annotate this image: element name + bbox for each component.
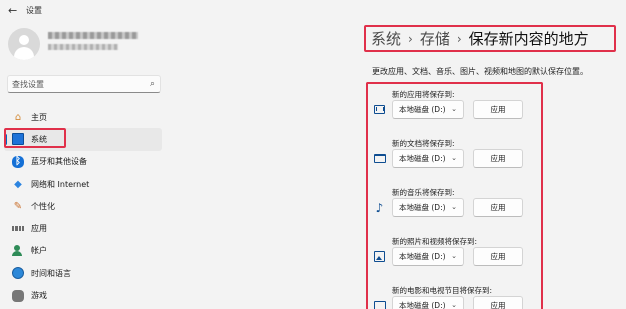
app-title: 设置 — [26, 6, 42, 15]
home-icon: ⌂ — [14, 111, 22, 123]
search-input[interactable] — [12, 78, 142, 90]
sidebar-item-label: 时间和语言 — [31, 268, 71, 278]
setting-label: 新的音乐将保存到: — [392, 188, 455, 197]
setting-label: 新的照片和视频将保存到: — [392, 237, 478, 246]
bluetooth-icon: ᛒ — [12, 155, 24, 168]
apply-button-documents[interactable]: 应用 — [473, 149, 523, 168]
sidebar-item-label: 帐户 — [31, 246, 47, 256]
sidebar-item-label: 主页 — [31, 112, 47, 122]
drive-select-documents[interactable]: 本地磁盘 (D:) ⌄ — [392, 149, 464, 168]
sidebar-nav: ⌂ 主页 系统 ᛒ 蓝牙和其他设备 ◆ 网络和 Internet ✎ 个性化 应… — [4, 106, 162, 307]
avatar-body — [14, 47, 34, 60]
drive-select-value: 本地磁盘 (D:) — [399, 301, 446, 309]
sidebar-item-time-language[interactable]: 时间和语言 — [4, 262, 162, 284]
video-icon — [373, 299, 386, 309]
chevron-down-icon: ⌄ — [451, 252, 457, 260]
sidebar-item-bluetooth[interactable]: ᛒ 蓝牙和其他设备 — [4, 151, 162, 173]
sidebar-item-label: 蓝牙和其他设备 — [31, 157, 87, 167]
breadcrumb: 系统 › 存储 › 保存新内容的地方 — [371, 28, 589, 49]
apply-button-music[interactable]: 应用 — [473, 198, 523, 217]
user-email: ██████████ — [48, 44, 118, 50]
user-name: ████████████ — [48, 32, 138, 39]
drive-select-apps[interactable]: 本地磁盘 (D:) ⌄ — [392, 100, 464, 119]
back-arrow-icon[interactable]: ← — [8, 4, 17, 17]
photo-icon — [373, 250, 386, 263]
search-icon[interactable]: ⌕ — [150, 79, 155, 89]
sidebar-item-gaming[interactable]: 游戏 — [4, 284, 162, 306]
chevron-down-icon: ⌄ — [451, 301, 457, 309]
setting-label: 新的应用将保存到: — [392, 90, 455, 99]
setting-label: 新的文档将保存到: — [392, 139, 455, 148]
sidebar-item-personalization[interactable]: ✎ 个性化 — [4, 195, 162, 217]
sidebar-item-label: 网络和 Internet — [31, 179, 90, 189]
chevron-down-icon: ⌄ — [451, 105, 457, 113]
brush-icon: ✎ — [13, 200, 23, 212]
apply-button-apps[interactable]: 应用 — [473, 100, 523, 119]
sidebar-item-home[interactable]: ⌂ 主页 — [4, 106, 162, 128]
folder-icon — [373, 152, 386, 165]
title-bar: ← 设置 — [0, 0, 626, 20]
sidebar-item-apps[interactable]: 应用 — [4, 217, 162, 239]
search-box[interactable]: ⌕ — [7, 75, 161, 93]
avatar[interactable] — [8, 28, 40, 60]
drive-select-photos[interactable]: 本地磁盘 (D:) ⌄ — [392, 247, 464, 266]
drive-select-value: 本地磁盘 (D:) — [399, 203, 446, 212]
breadcrumb-item-storage[interactable]: 存储 — [420, 28, 450, 49]
avatar-head — [19, 35, 29, 45]
selection-indicator — [4, 134, 7, 146]
apps-icon — [12, 223, 24, 235]
sidebar-item-label: 游戏 — [31, 291, 47, 301]
apply-button-movies[interactable]: 应用 — [473, 296, 523, 309]
apply-button-photos[interactable]: 应用 — [473, 247, 523, 266]
app-window-icon — [373, 103, 386, 116]
game-icon — [12, 289, 24, 302]
sidebar-item-accounts[interactable]: 帐户 — [4, 240, 162, 262]
drive-select-music[interactable]: 本地磁盘 (D:) ⌄ — [392, 198, 464, 217]
chevron-down-icon: ⌄ — [451, 203, 457, 211]
breadcrumb-separator: › — [408, 31, 413, 46]
drive-select-movies[interactable]: 本地磁盘 (D:) ⌄ — [392, 296, 464, 309]
sidebar-item-label: 个性化 — [31, 201, 55, 211]
sidebar-item-label: 系统 — [31, 134, 47, 144]
globe-icon — [12, 267, 24, 280]
sidebar-item-label: 应用 — [31, 224, 47, 234]
sidebar-item-network[interactable]: ◆ 网络和 Internet — [4, 173, 162, 195]
breadcrumb-item-system[interactable]: 系统 — [371, 28, 401, 49]
system-icon — [12, 133, 24, 146]
drive-select-value: 本地磁盘 (D:) — [399, 154, 446, 163]
setting-label: 新的电影和电视节目将保存到: — [392, 286, 493, 295]
page-description: 更改应用、文档、音乐、图片、视频和地图的默认保存位置。 — [372, 67, 588, 76]
page-title: 保存新内容的地方 — [468, 30, 589, 48]
drive-select-value: 本地磁盘 (D:) — [399, 105, 446, 114]
music-note-icon: ♪ — [375, 200, 384, 215]
breadcrumb-separator: › — [456, 31, 462, 46]
chevron-down-icon: ⌄ — [451, 154, 457, 162]
drive-select-value: 本地磁盘 (D:) — [399, 252, 446, 261]
account-icon — [12, 244, 24, 257]
sidebar-item-system[interactable]: 系统 — [4, 128, 162, 151]
network-icon: ◆ — [14, 178, 22, 190]
